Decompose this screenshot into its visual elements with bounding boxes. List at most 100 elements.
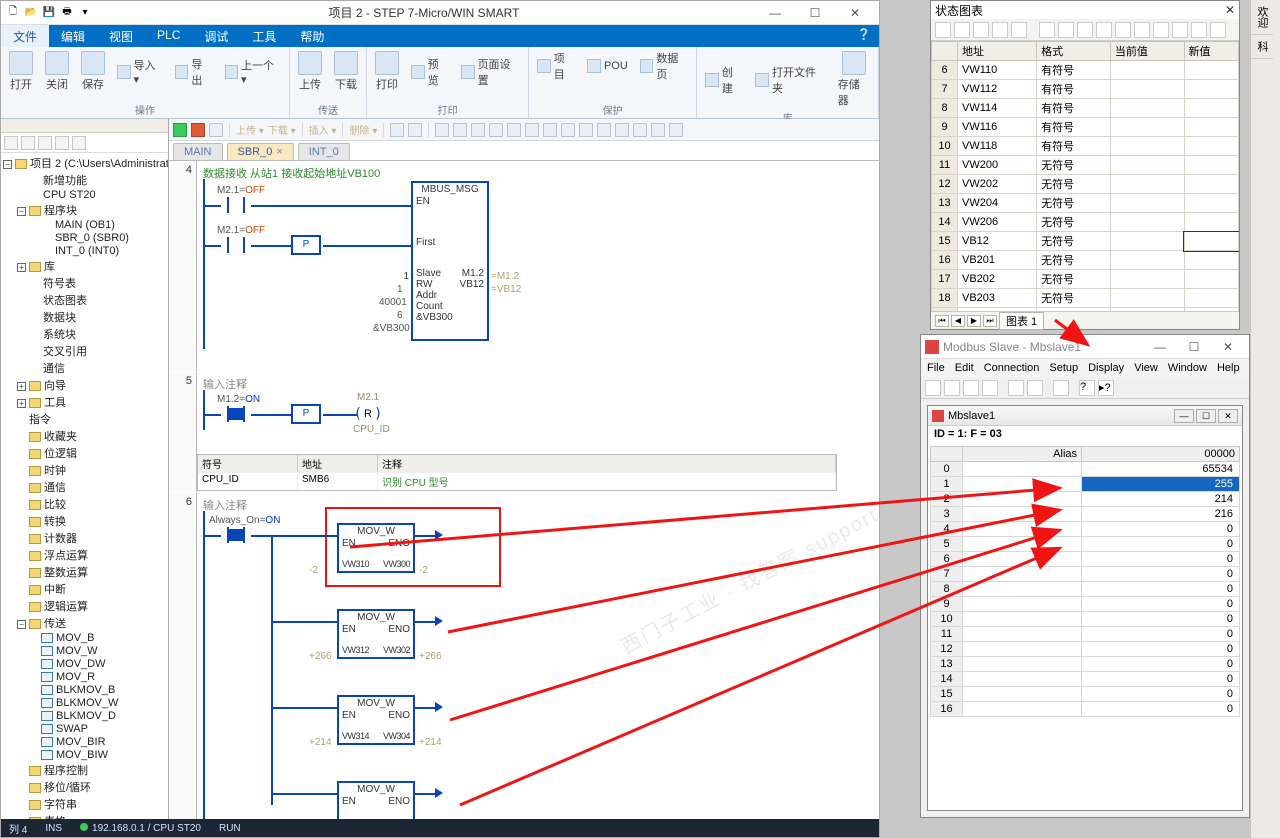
mb-tool-icon[interactable] [925, 380, 941, 396]
status-row[interactable]: 16VB201无符号 [932, 251, 1239, 270]
upload-icon[interactable]: 上传 [296, 49, 324, 94]
ribbon-tab[interactable]: 编辑 [49, 25, 97, 47]
modbus-row[interactable]: 160 [931, 702, 1240, 717]
mov-w-block[interactable]: MOV_WENENOVW310VW300 [337, 523, 415, 573]
status-row[interactable]: 12VW202无符号 [932, 175, 1239, 194]
tree-node[interactable]: 移位/循环 [3, 779, 166, 796]
status-row[interactable]: 15VB12无符号 [932, 232, 1239, 251]
sc-tool-icon[interactable] [1077, 22, 1093, 38]
tree-node[interactable]: MAIN (OB1) [3, 219, 166, 232]
status-row[interactable]: 11VW200无符号 [932, 156, 1239, 175]
tree-node[interactable]: CPU ST20 [3, 189, 166, 202]
tree-node[interactable]: −程序块 [3, 202, 166, 219]
child-maximize-button[interactable]: ☐ [1196, 409, 1216, 423]
mb-tool-icon[interactable] [963, 380, 979, 396]
menu-item[interactable]: Connection [984, 362, 1040, 374]
status-row[interactable]: 13VW204无符号 [932, 194, 1239, 213]
preview-icon[interactable]: 预览 [409, 49, 451, 94]
close-icon[interactable]: ✕ [1225, 3, 1235, 17]
datapage-icon[interactable]: 数据页 [638, 49, 690, 83]
project-tree[interactable]: −项目 2 (C:\Users\Administrator\Desktop)新增… [1, 153, 168, 819]
modbus-row[interactable]: 150 [931, 687, 1240, 702]
import-icon[interactable]: 导入 ▾ [115, 49, 165, 94]
ed-tool-icon[interactable] [489, 123, 503, 137]
ed-tool-icon[interactable] [597, 123, 611, 137]
mov-w-block[interactable]: MOV_WENENOVW312VW302 [337, 609, 415, 659]
menu-item[interactable]: File [927, 362, 945, 374]
tree-node[interactable]: MOV_BIW [3, 749, 166, 762]
mb-tool-icon[interactable] [1053, 380, 1069, 396]
status-row[interactable]: 14VW206无符号 [932, 213, 1239, 232]
modbus-row[interactable]: 50 [931, 537, 1240, 552]
status-row[interactable]: 8VW114有符号 [932, 99, 1239, 118]
qat-dropdown-icon[interactable]: ▾ [77, 5, 93, 21]
sc-tool-icon[interactable] [1172, 22, 1188, 38]
tree-node[interactable]: 状态图表 [3, 292, 166, 309]
tree-tool-icon[interactable] [55, 136, 69, 150]
minimize-button[interactable]: — [1143, 336, 1177, 358]
mb-whats-this-icon[interactable]: ▸? [1098, 380, 1114, 396]
contact-on[interactable] [221, 406, 251, 422]
modbus-child-titlebar[interactable]: Mbslave1 — ☐ ✕ [928, 406, 1242, 426]
tree-node[interactable]: 符号表 [3, 275, 166, 292]
sc-tool-icon[interactable] [1134, 22, 1150, 38]
storage-icon[interactable]: 存储器 [836, 49, 872, 110]
tree-node[interactable]: MOV_R [3, 671, 166, 684]
modbus-row[interactable]: 2214 [931, 492, 1240, 507]
close-button[interactable]: ✕ [1211, 336, 1245, 358]
tree-node[interactable]: 字符串 [3, 796, 166, 813]
menu-item[interactable]: Setup [1049, 362, 1078, 374]
sc-tool-icon[interactable] [1096, 22, 1112, 38]
modbus-row[interactable]: 065534 [931, 462, 1240, 477]
tree-node[interactable]: 中断 [3, 581, 166, 598]
modbus-row[interactable]: 120 [931, 642, 1240, 657]
tree-node[interactable]: BLKMOV_W [3, 697, 166, 710]
pou-icon[interactable]: POU [585, 49, 630, 83]
qat-new-icon[interactable]: 🗋 [5, 5, 21, 21]
tree-node[interactable]: 位逻辑 [3, 445, 166, 462]
ed-tool-icon[interactable] [435, 123, 449, 137]
sc-tool-icon[interactable] [954, 22, 970, 38]
modbus-row[interactable]: 100 [931, 612, 1240, 627]
tree-node[interactable]: 比较 [3, 496, 166, 513]
child-close-button[interactable]: ✕ [1218, 409, 1238, 423]
tree-node[interactable]: 指令 [3, 411, 166, 428]
modbus-row[interactable]: 90 [931, 597, 1240, 612]
mb-tool-icon[interactable] [982, 380, 998, 396]
status-row[interactable]: 10VW118有符号 [932, 137, 1239, 156]
mb-tool-icon[interactable] [944, 380, 960, 396]
qat-print-icon[interactable]: 🖶 [59, 5, 75, 21]
sc-tool-icon[interactable] [1058, 22, 1074, 38]
ed-tool-icon[interactable] [543, 123, 557, 137]
modbus-titlebar[interactable]: Modbus Slave - Mbslave1 — ☐ ✕ [921, 335, 1249, 359]
tree-node[interactable]: 通信 [3, 360, 166, 377]
menu-item[interactable]: View [1134, 362, 1158, 374]
tree-node[interactable]: 计数器 [3, 530, 166, 547]
contact[interactable] [221, 197, 251, 213]
sc-tool-icon[interactable] [1153, 22, 1169, 38]
modbus-grid[interactable]: Alias00000065534125522143216405060708090… [930, 446, 1240, 808]
prev-icon[interactable]: 上一个 ▾ [223, 49, 284, 94]
tree-node[interactable]: SWAP [3, 723, 166, 736]
ed-tool-icon[interactable] [669, 123, 683, 137]
page-setup-icon[interactable]: 页面设置 [459, 49, 522, 94]
mb-help-icon[interactable]: ? [1079, 380, 1095, 396]
status-chart-table[interactable]: 地址格式当前值新值6VW110有符号7VW112有符号8VW114有符号9VW1… [931, 41, 1239, 311]
ed-tool-icon[interactable] [408, 123, 422, 137]
ribbon-tab[interactable]: 视图 [97, 25, 145, 47]
mov-w-block[interactable]: MOV_WENENO [337, 781, 415, 819]
tree-tool-icon[interactable] [21, 136, 35, 150]
status-chart-header[interactable]: 状态图表 ✕ [931, 1, 1239, 19]
sc-tool-icon[interactable] [1115, 22, 1131, 38]
tree-node[interactable]: MOV_BIR [3, 736, 166, 749]
mov-w-block[interactable]: MOV_WENENOVW314VW304 [337, 695, 415, 745]
mbus-msg-block[interactable]: MBUS_MSG EN First SlaveM1.2 RWVB12 Addr … [411, 181, 489, 341]
tree-tool-icon[interactable] [38, 136, 52, 150]
tree-node[interactable]: +向导 [3, 377, 166, 394]
nav-first-icon[interactable]: ⏮ [935, 315, 949, 327]
contact-on[interactable] [221, 527, 251, 543]
tree-node[interactable]: 通信 [3, 479, 166, 496]
mb-tool-icon[interactable] [1027, 380, 1043, 396]
maximize-button[interactable]: ☐ [1177, 336, 1211, 358]
tree-node[interactable]: 转换 [3, 513, 166, 530]
